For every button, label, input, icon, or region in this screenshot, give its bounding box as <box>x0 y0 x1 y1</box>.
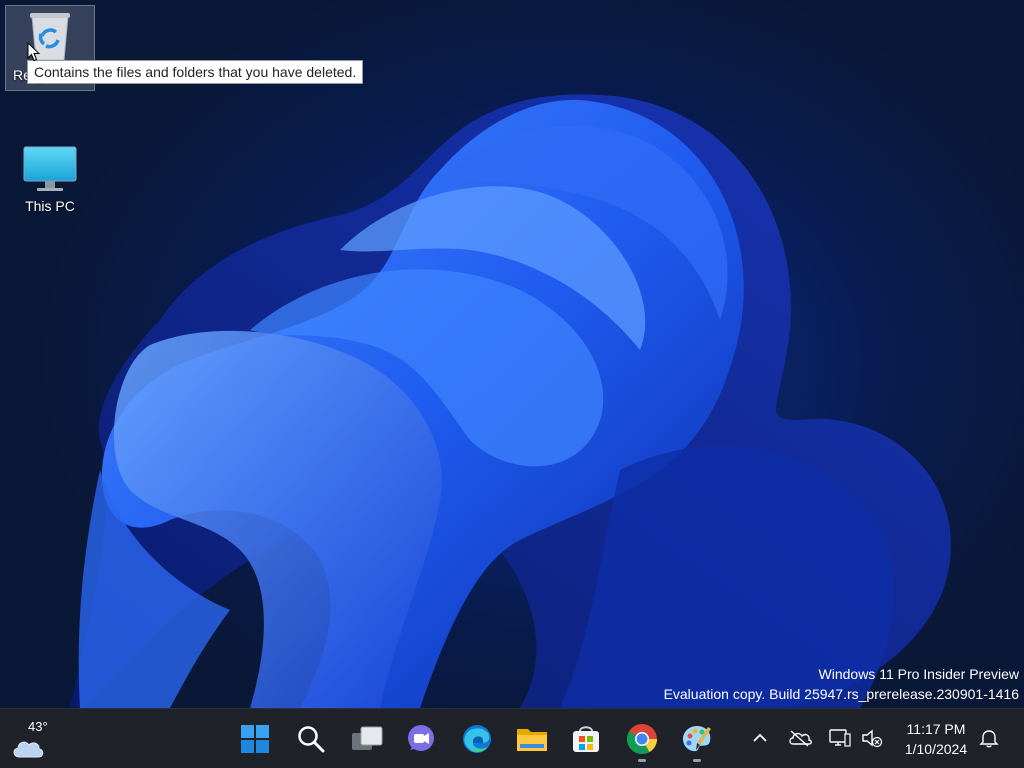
file-explorer-button[interactable] <box>512 717 552 761</box>
bell-icon <box>979 730 999 748</box>
mouse-cursor-icon <box>27 42 41 62</box>
clock-time: 11:17 PM <box>906 721 966 737</box>
notifications-button[interactable] <box>977 726 1001 750</box>
chat-icon <box>408 725 434 751</box>
network-tray-button[interactable] <box>828 726 852 750</box>
show-hidden-icons-button[interactable] <box>748 726 772 750</box>
taskbar-clock[interactable]: 11:17 PM 1/10/2024 <box>896 719 976 759</box>
wallpaper-bloom <box>70 94 951 708</box>
task-view-button[interactable] <box>347 717 387 761</box>
desktop[interactable]: Recycle Bin This PC Contains the files a… <box>0 0 1024 708</box>
weather-widget[interactable]: 43° <box>8 719 56 759</box>
watermark-line-2: Evaluation copy. Build 25947.rs_prerelea… <box>663 686 1019 702</box>
file-explorer-icon <box>517 729 547 751</box>
chrome-icon <box>626 724 657 755</box>
paint-running-indicator <box>693 759 701 762</box>
paint-icon <box>683 726 711 752</box>
evaluation-watermark: Windows 11 Pro Insider Preview Evaluatio… <box>664 664 1019 704</box>
chrome-button[interactable] <box>622 717 662 762</box>
network-icon <box>829 729 851 747</box>
search-button[interactable] <box>291 717 331 761</box>
weather-temperature: 43° <box>28 719 48 734</box>
taskbar: 43° 11:17 PM 1/10/2024 <box>0 708 1024 768</box>
this-pc-label: This PC <box>25 198 75 214</box>
cloud-icon <box>13 741 44 758</box>
clock-date: 1/10/2024 <box>904 741 968 757</box>
onedrive-icon <box>789 730 812 747</box>
search-icon <box>298 726 325 753</box>
task-view-icon <box>352 726 383 750</box>
edge-icon <box>463 725 491 753</box>
this-pc-desktop-icon[interactable]: This PC <box>5 145 95 225</box>
chrome-running-indicator <box>638 759 646 762</box>
microsoft-store-button[interactable] <box>566 717 606 761</box>
start-button[interactable] <box>235 717 275 761</box>
chevron-up-icon <box>753 733 767 742</box>
windows-start-icon <box>241 725 269 753</box>
paint-button[interactable] <box>677 717 717 762</box>
chat-button[interactable] <box>401 717 441 761</box>
onedrive-tray-button[interactable] <box>788 726 812 750</box>
watermark-line-1: Windows 11 Pro Insider Preview <box>818 666 1019 682</box>
edge-button[interactable] <box>457 717 497 761</box>
monitor-icon <box>23 146 77 191</box>
store-icon <box>573 726 599 752</box>
volume-muted-icon <box>862 729 883 748</box>
volume-tray-button[interactable] <box>860 726 884 750</box>
recycle-bin-tooltip: Contains the files and folders that you … <box>27 60 364 84</box>
